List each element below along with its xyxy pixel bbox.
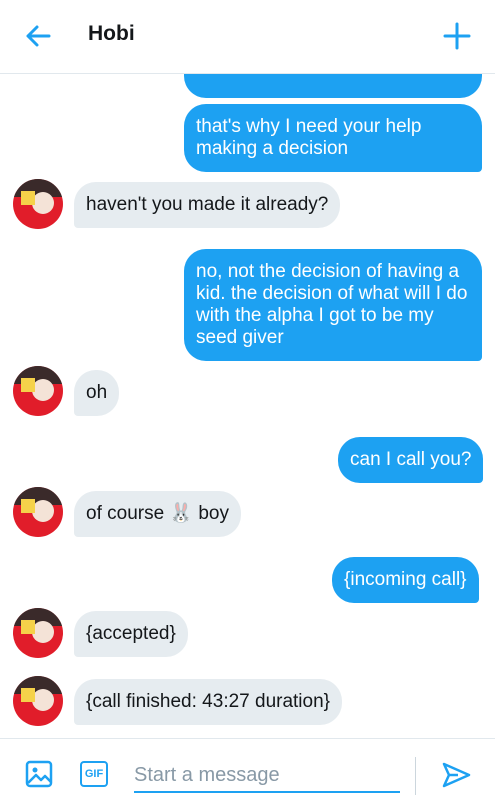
- message-text: haven't you made it already?: [86, 194, 329, 215]
- message-bubble-outgoing[interactable]: that's why I need your help making a dec…: [184, 104, 482, 172]
- message-text: {call finished: 43:27 duration}: [86, 691, 331, 712]
- avatar[interactable]: [13, 608, 63, 658]
- image-icon: [25, 760, 53, 788]
- message-text: no, not the decision of having a kid. th…: [196, 261, 468, 348]
- conversation-header: Hobi: [0, 0, 495, 74]
- message-text: {incoming call}: [344, 569, 467, 590]
- message-text: oh: [86, 382, 108, 403]
- new-button[interactable]: [441, 20, 473, 52]
- message-bubble-incoming[interactable]: {call finished: 43:27 duration}: [74, 679, 343, 725]
- avatar-photo: [13, 608, 63, 658]
- avatar-photo: [13, 179, 63, 229]
- message-input[interactable]: [134, 759, 400, 793]
- message-text: can I call you?: [350, 449, 472, 470]
- message-bubble-incoming[interactable]: {accepted}: [74, 611, 188, 657]
- message-text: of course 🐰 boy: [86, 503, 230, 524]
- avatar[interactable]: [13, 487, 63, 537]
- plus-icon: [443, 22, 471, 50]
- avatar-photo: [13, 676, 63, 726]
- gif-button[interactable]: GIF: [80, 761, 108, 787]
- message-bubble-incoming[interactable]: of course 🐰 boy: [74, 491, 242, 537]
- avatar[interactable]: [13, 366, 63, 416]
- avatar[interactable]: [13, 179, 63, 229]
- message-text: that's why I need your help making a dec…: [196, 116, 422, 159]
- send-button[interactable]: [440, 759, 472, 791]
- arrow-left-icon: [26, 25, 51, 47]
- message-thread[interactable]: that's why I need your help making a dec…: [0, 74, 495, 738]
- page-title: Hobi: [88, 22, 135, 45]
- message-composer: GIF: [0, 738, 495, 800]
- message-bubble-outgoing[interactable]: {incoming call}: [332, 557, 479, 603]
- message-bubble-outgoing[interactable]: no, not the decision of having a kid. th…: [184, 249, 482, 361]
- message-text: {accepted}: [86, 623, 176, 644]
- message-bubble-incoming[interactable]: oh: [74, 370, 120, 416]
- divider: [415, 757, 416, 795]
- back-button[interactable]: [22, 20, 54, 52]
- message-bubble-incoming[interactable]: haven't you made it already?: [74, 182, 341, 228]
- avatar-photo: [13, 366, 63, 416]
- send-icon: [442, 762, 471, 788]
- message-bubble-outgoing[interactable]: [184, 74, 482, 98]
- avatar-photo: [13, 487, 63, 537]
- add-image-button[interactable]: [24, 759, 54, 789]
- message-bubble-outgoing[interactable]: can I call you?: [338, 437, 484, 483]
- avatar[interactable]: [13, 676, 63, 726]
